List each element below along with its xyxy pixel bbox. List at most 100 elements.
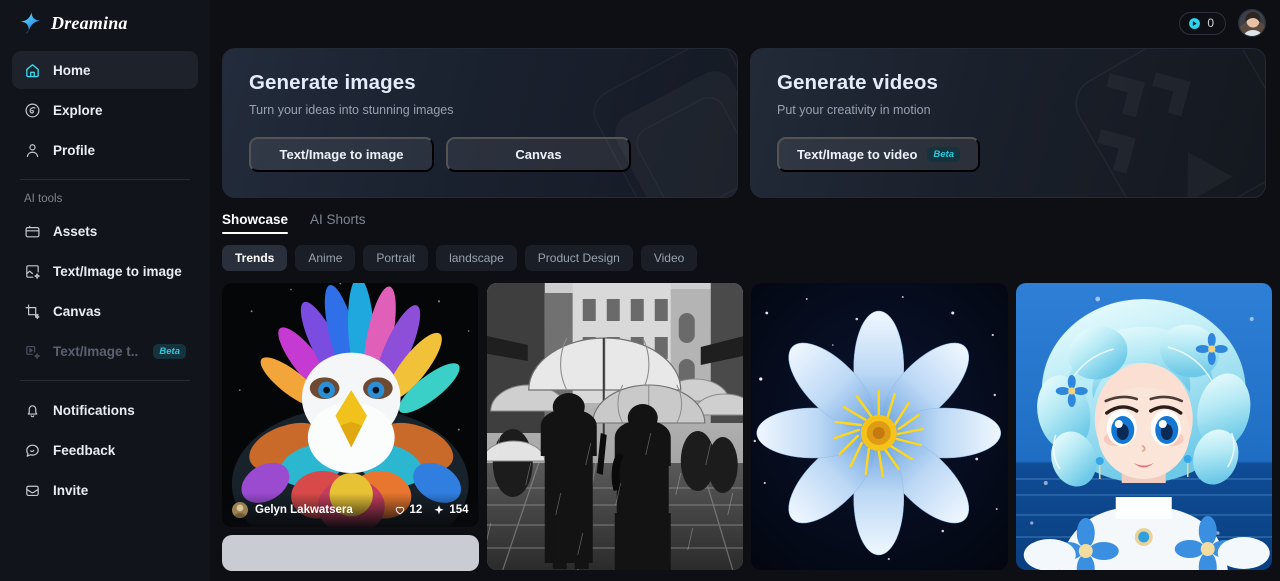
sidebar-item-label: Invite xyxy=(53,482,89,498)
sidebar-item-label: Notifications xyxy=(53,402,135,418)
sidebar-item-notifications[interactable]: Notifications xyxy=(12,391,198,429)
hero-title: Generate images xyxy=(249,71,416,94)
author-avatar xyxy=(232,501,248,518)
app-root: Dreamina Home Explore Profile AI tools A… xyxy=(0,0,1280,581)
generate-videos-card: Generate videos Put your creativity in m… xyxy=(750,48,1266,198)
brand-logo[interactable]: Dreamina xyxy=(12,0,198,46)
hero-subtitle: Turn your ideas into stunning images xyxy=(249,103,454,117)
showcase-card-anime-girl[interactable] xyxy=(1015,283,1272,570)
blue-flower-artwork xyxy=(751,283,1008,570)
chip-label: Product Design xyxy=(537,251,620,265)
showcase-card-eagle[interactable]: Gelyn Lakwatsera 12 154 xyxy=(222,283,479,527)
showcase-grid: Gelyn Lakwatsera 12 154 xyxy=(210,271,1280,571)
sidebar-item-profile[interactable]: Profile xyxy=(12,131,198,169)
chip-trends[interactable]: Trends xyxy=(222,245,288,271)
sidebar-item-label: Explore xyxy=(53,102,103,118)
button-label: Canvas xyxy=(515,147,562,162)
chip-portrait[interactable]: Portrait xyxy=(363,245,429,271)
canvas-button[interactable]: Canvas xyxy=(446,137,631,172)
beta-badge: Beta xyxy=(927,147,960,162)
grid-column-2 xyxy=(486,283,743,571)
like-stat[interactable]: 12 xyxy=(394,503,423,516)
sidebar-divider-top xyxy=(20,179,190,180)
chip-label: Trends xyxy=(235,251,275,265)
eagle-artwork xyxy=(222,283,479,527)
chip-label: Anime xyxy=(308,251,343,265)
remix-count: 154 xyxy=(449,503,469,516)
beta-badge: Beta xyxy=(153,343,186,359)
tab-label: Showcase xyxy=(222,212,289,227)
anime-girl-artwork xyxy=(1015,283,1272,570)
image-sparkle-icon xyxy=(24,263,41,280)
sidebar-item-label: Home xyxy=(53,62,91,78)
folder-icon xyxy=(24,223,41,240)
main-content: 0 Generate images Turn your ideas into s… xyxy=(210,0,1280,581)
content-tabs: Showcase AI Shorts xyxy=(210,198,1280,234)
remix-stat[interactable]: 154 xyxy=(433,503,469,516)
showcase-card-rain-street[interactable] xyxy=(486,283,743,570)
chip-video[interactable]: Video xyxy=(640,245,698,271)
rain-street-artwork xyxy=(486,283,743,570)
credits-badge[interactable]: 0 xyxy=(1179,11,1226,35)
text-image-to-image-button[interactable]: Text/Image to image xyxy=(249,137,434,172)
sidebar-item-feedback[interactable]: Feedback xyxy=(12,431,198,469)
author-name: Gelyn Lakwatsera xyxy=(255,503,353,516)
user-avatar[interactable] xyxy=(1238,9,1266,37)
brand-name: Dreamina xyxy=(51,12,128,33)
chip-label: Video xyxy=(653,251,685,265)
person-icon xyxy=(24,142,41,159)
chip-anime[interactable]: Anime xyxy=(295,245,356,271)
envelope-icon xyxy=(24,482,41,499)
sidebar-item-label: Text/Image t... xyxy=(53,343,139,359)
credit-coin-icon xyxy=(1188,17,1201,30)
tab-ai-shorts[interactable]: AI Shorts xyxy=(310,212,366,234)
tab-showcase[interactable]: Showcase xyxy=(222,212,289,234)
video-sparkle-icon xyxy=(24,343,41,360)
sidebar: Dreamina Home Explore Profile AI tools A… xyxy=(0,0,210,581)
text-image-to-video-button[interactable]: Text/Image to video Beta xyxy=(777,137,980,172)
compass-icon xyxy=(24,102,41,119)
canvas-crop-icon xyxy=(24,303,41,320)
sidebar-item-label: Assets xyxy=(53,223,98,239)
like-count: 12 xyxy=(409,503,423,516)
grid-column-4 xyxy=(1015,283,1272,571)
showcase-card-next-partial[interactable] xyxy=(222,534,479,571)
sidebar-item-home[interactable]: Home xyxy=(12,51,198,89)
sidebar-section-label: AI tools xyxy=(24,193,63,205)
sidebar-divider-bottom xyxy=(20,380,190,381)
topbar: 0 xyxy=(210,0,1280,46)
hero-actions: Text/Image to image Canvas xyxy=(249,137,711,172)
hero-cards: Generate images Turn your ideas into stu… xyxy=(210,46,1280,198)
sidebar-item-label: Canvas xyxy=(53,303,102,319)
button-label: Text/Image to image xyxy=(279,147,404,162)
hero-actions: Text/Image to video Beta xyxy=(777,137,1239,172)
sidebar-item-label: Profile xyxy=(53,142,96,158)
sidebar-item-text-image-to-video[interactable]: Text/Image t... Beta xyxy=(12,332,198,370)
button-label: Text/Image to video xyxy=(797,147,918,162)
home-icon xyxy=(24,62,41,79)
sidebar-item-canvas[interactable]: Canvas xyxy=(12,292,198,330)
generate-images-card: Generate images Turn your ideas into stu… xyxy=(222,48,738,198)
chip-product-design[interactable]: Product Design xyxy=(524,245,633,271)
sparkle-icon xyxy=(434,505,444,515)
sidebar-item-assets[interactable]: Assets xyxy=(12,212,198,250)
chip-label: Portrait xyxy=(376,251,416,265)
sidebar-item-label: Text/Image to image xyxy=(53,263,182,279)
showcase-card-blue-flower[interactable] xyxy=(751,283,1008,570)
grid-column-1: Gelyn Lakwatsera 12 154 xyxy=(222,283,479,571)
card-footer: Gelyn Lakwatsera 12 154 xyxy=(222,492,479,527)
hero-subtitle: Put your creativity in motion xyxy=(777,103,931,117)
grid-column-3 xyxy=(751,283,1008,571)
sidebar-item-text-image-to-image[interactable]: Text/Image to image xyxy=(12,252,198,290)
sidebar-item-explore[interactable]: Explore xyxy=(12,91,198,129)
sidebar-item-invite[interactable]: Invite xyxy=(12,471,198,509)
filter-chips: Trends Anime Portrait landscape Product … xyxy=(210,234,1280,271)
star-logo-icon xyxy=(18,11,42,35)
chip-landscape[interactable]: landscape xyxy=(436,245,517,271)
sidebar-item-label: Feedback xyxy=(53,442,116,458)
card-stats: 12 154 xyxy=(394,504,469,516)
heart-icon xyxy=(395,506,404,515)
chat-icon xyxy=(24,442,41,459)
tab-label: AI Shorts xyxy=(310,212,366,227)
credits-value: 0 xyxy=(1207,16,1214,30)
